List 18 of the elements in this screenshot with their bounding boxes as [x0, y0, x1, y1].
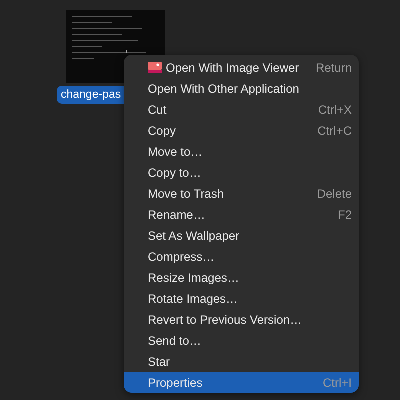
- menu-item[interactable]: Move to Trash Delete: [124, 183, 359, 204]
- menu-item[interactable]: Rename… F2: [124, 204, 359, 225]
- menu-item[interactable]: Open With Image Viewer Return: [124, 57, 359, 78]
- menu-item[interactable]: Compress…: [124, 246, 359, 267]
- menu-item[interactable]: Revert to Previous Version…: [124, 309, 359, 330]
- menu-item[interactable]: Set As Wallpaper: [124, 225, 359, 246]
- menu-item[interactable]: Star: [124, 351, 359, 372]
- file-name[interactable]: change-pas: [57, 86, 126, 104]
- menu-item[interactable]: Copy Ctrl+C: [124, 120, 359, 141]
- menu-item[interactable]: Send to…: [124, 330, 359, 351]
- menu-item[interactable]: Properties Ctrl+I: [124, 372, 359, 393]
- menu-item[interactable]: Rotate Images…: [124, 288, 359, 309]
- image-viewer-icon: [148, 62, 162, 73]
- menu-item[interactable]: Resize Images…: [124, 267, 359, 288]
- menu-item[interactable]: Cut Ctrl+X: [124, 99, 359, 120]
- menu-item[interactable]: Open With Other Application: [124, 78, 359, 99]
- menu-item[interactable]: Copy to…: [124, 162, 359, 183]
- menu-item[interactable]: Move to…: [124, 141, 359, 162]
